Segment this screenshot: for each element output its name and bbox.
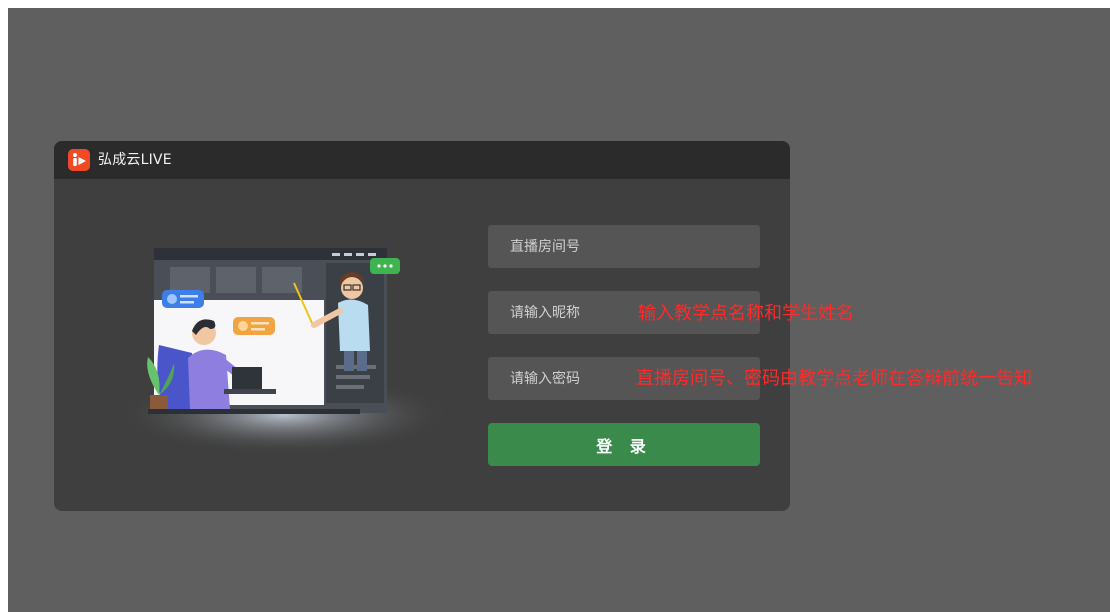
app-title: 弘成云LIVE: [98, 152, 172, 168]
room-number-input[interactable]: [488, 225, 760, 268]
login-button[interactable]: 登 录: [488, 423, 760, 466]
login-dialog: 弘成云LIVE 直播房间号 请输入昵称 登 录: [54, 141, 790, 511]
title-bar: 弘成云LIVE: [54, 141, 790, 179]
nickname-annotation: 输入教学点名称和学生姓名: [638, 303, 854, 324]
online-class-illustration: [116, 248, 452, 455]
credentials-annotation: 直播房间号、密码由教学点老师在答辩前统一告知: [636, 368, 1032, 389]
play-logo-icon: [68, 149, 90, 171]
room-number-field[interactable]: [488, 225, 760, 268]
